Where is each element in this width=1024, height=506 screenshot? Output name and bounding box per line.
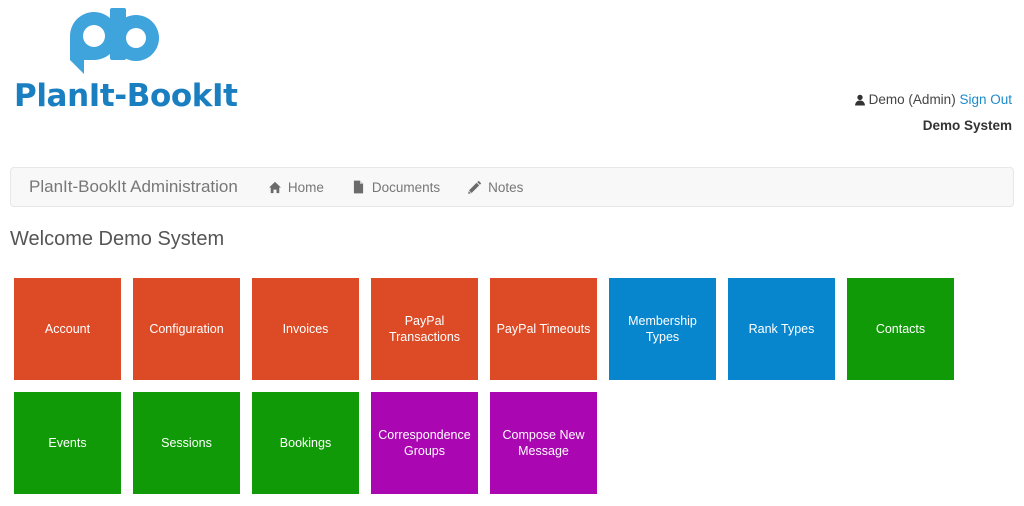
tile-events[interactable]: Events — [14, 392, 121, 494]
system-name-label: Demo System — [922, 118, 1012, 133]
nav-item-home[interactable]: Home — [254, 168, 338, 206]
tile-label: Correspondence Groups — [378, 428, 471, 458]
pencil-icon — [468, 180, 482, 195]
site-logo[interactable]: PlanIt-BookIt — [14, 6, 238, 114]
tile-membership-types[interactable]: Membership Types — [609, 278, 716, 380]
tile-contacts[interactable]: Contacts — [847, 278, 954, 380]
logo-text: PlanIt-BookIt — [14, 78, 238, 114]
nav-item-notes[interactable]: Notes — [454, 168, 537, 206]
nav-item-documents[interactable]: Documents — [338, 168, 454, 206]
tile-label: PayPal Transactions — [388, 314, 461, 344]
home-icon — [268, 180, 282, 195]
tile-bookings[interactable]: Bookings — [252, 392, 359, 494]
tile-label: PayPal Timeouts — [496, 322, 591, 336]
tile-label: Compose New Message — [502, 428, 585, 458]
sign-out-link[interactable]: Sign Out — [959, 92, 1012, 107]
tile-paypal-timeouts[interactable]: PayPal Timeouts — [490, 278, 597, 380]
tile-label: Rank Types — [748, 322, 815, 336]
tile-label: Bookings — [279, 436, 332, 450]
nav-item-home-label: Home — [287, 179, 324, 195]
navbar-brand[interactable]: PlanIt-BookIt Administration — [11, 177, 254, 197]
main-navbar: PlanIt-BookIt Administration Home Docume… — [10, 167, 1014, 207]
pb-monogram-icon — [58, 8, 178, 78]
tile-account[interactable]: Account — [14, 278, 121, 380]
dashboard-tiles: Account Configuration Invoices PayPal Tr… — [14, 278, 1014, 506]
tile-sessions[interactable]: Sessions — [133, 392, 240, 494]
document-icon — [352, 180, 366, 195]
tile-label: Invoices — [282, 322, 329, 336]
nav-item-documents-label: Documents — [371, 179, 441, 195]
page-title: Welcome Demo System — [10, 228, 225, 250]
tile-paypal-transactions[interactable]: PayPal Transactions — [371, 278, 478, 380]
tile-configuration[interactable]: Configuration — [133, 278, 240, 380]
person-icon — [854, 94, 866, 109]
tile-row-2: Events Sessions Bookings Correspondence … — [14, 392, 1014, 494]
tile-label: Events — [48, 436, 87, 450]
tile-label: Contacts — [875, 322, 926, 336]
tile-rank-types[interactable]: Rank Types — [728, 278, 835, 380]
tile-compose-new-message[interactable]: Compose New Message — [490, 392, 597, 494]
user-name-label: Demo (Admin) — [868, 92, 956, 107]
tile-row-1: Account Configuration Invoices PayPal Tr… — [14, 278, 1014, 380]
user-bar: Demo (Admin) Sign Out Demo System — [854, 92, 1012, 133]
nav-item-notes-label: Notes — [488, 179, 524, 195]
tile-label: Configuration — [149, 322, 224, 336]
tile-label: Membership Types — [628, 314, 697, 344]
tile-invoices[interactable]: Invoices — [252, 278, 359, 380]
page-root: PlanIt-BookIt Demo (Admin) Sign Out Demo… — [0, 0, 1024, 506]
tile-correspondence-groups[interactable]: Correspondence Groups — [371, 392, 478, 494]
tile-label: Sessions — [161, 436, 212, 450]
tile-label: Account — [44, 322, 91, 336]
user-identity-line: Demo (Admin) Sign Out — [854, 92, 1012, 109]
